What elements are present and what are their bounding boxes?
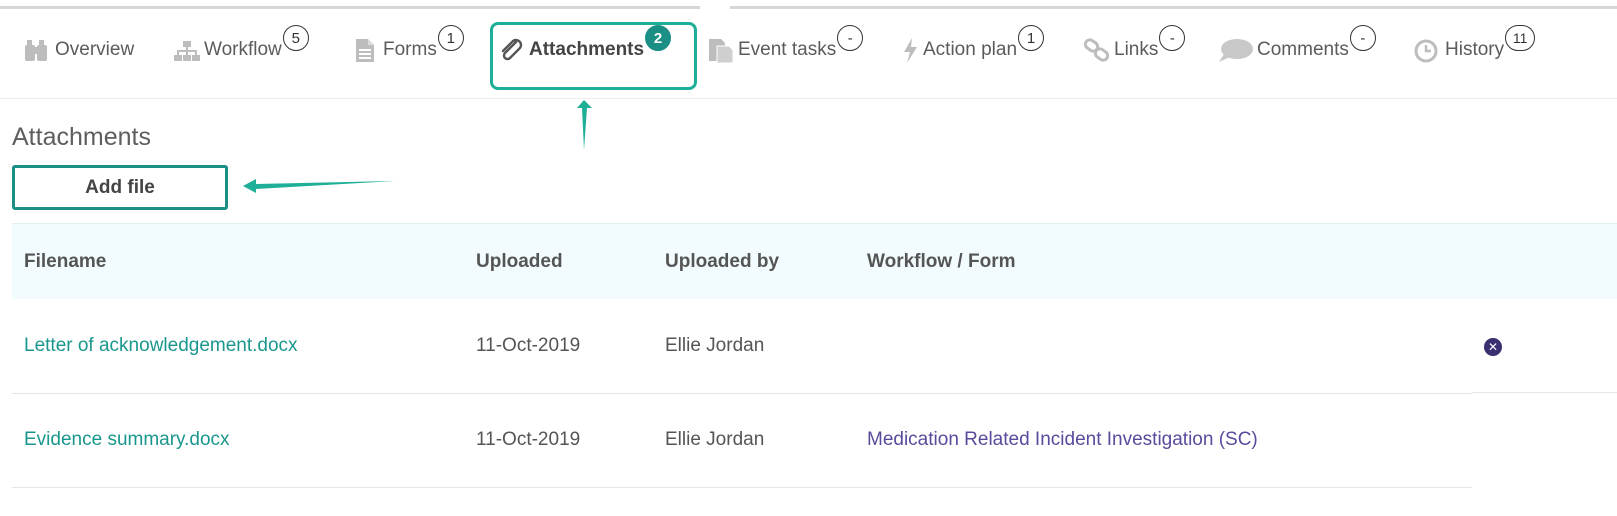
up-arrow-icon: [577, 100, 592, 150]
uploaded-date: 11-Oct-2019: [476, 335, 581, 356]
tab-links-label: Links: [1114, 39, 1159, 60]
uploaded-by: Ellie Jordan: [665, 429, 765, 450]
workflow-form-link[interactable]: Medication Related Incident Investigatio…: [867, 393, 1258, 487]
tab-links[interactable]: Links -: [1083, 25, 1186, 72]
chain-link-icon: [1083, 36, 1111, 64]
tab-attachments-label: Attachments: [529, 39, 645, 60]
delete-attachment-icon[interactable]: ✕: [1484, 338, 1502, 356]
tab-history-label: History: [1445, 39, 1505, 60]
tab-event-tasks-count: -: [837, 25, 864, 51]
tab-forms-label: Forms: [383, 39, 437, 60]
tab-overview[interactable]: Overview: [24, 28, 134, 72]
document-icon: [352, 36, 380, 64]
section-title: Attachments: [12, 123, 151, 151]
tab-action-plan[interactable]: Action plan 1: [900, 25, 1045, 72]
uploaded-by: Ellie Jordan: [665, 335, 765, 356]
tasks-icon: [707, 36, 735, 64]
row-divider: [1472, 392, 1617, 393]
column-header-workflow-form[interactable]: Workflow / Form: [867, 224, 1015, 299]
tab-comments-label: Comments: [1257, 39, 1349, 60]
column-header-uploaded[interactable]: Uploaded: [476, 224, 563, 299]
top-border: [0, 6, 1617, 9]
tab-comments-count: -: [1349, 25, 1376, 51]
tab-attachments[interactable]: Attachments 2: [498, 25, 672, 72]
tab-attachments-count: 2: [645, 25, 672, 51]
tab-workflow-count: 5: [282, 25, 309, 51]
tab-workflow[interactable]: Workflow 5: [173, 25, 309, 72]
tab-event-tasks-label: Event tasks: [738, 39, 837, 60]
binoculars-icon: [24, 36, 52, 64]
left-arrow-icon: [243, 179, 395, 193]
table-row: Letter of acknowledgement.docx 11-Oct-20…: [12, 299, 1472, 394]
column-header-uploaded-by[interactable]: Uploaded by: [665, 224, 779, 299]
filename-link[interactable]: Evidence summary.docx: [24, 393, 230, 487]
tab-bar: Overview Workflow 5 Forms 1 Attachments …: [0, 10, 1617, 99]
tab-forms[interactable]: Forms 1: [352, 25, 464, 72]
add-file-button[interactable]: Add file: [12, 165, 228, 210]
filename-link[interactable]: Letter of acknowledgement.docx: [24, 299, 298, 393]
tab-event-tasks[interactable]: Event tasks -: [707, 25, 864, 72]
top-border-gap: [700, 6, 730, 9]
tab-workflow-label: Workflow: [204, 39, 282, 60]
tab-history[interactable]: History 11: [1412, 25, 1536, 72]
uploaded-date: 11-Oct-2019: [476, 429, 581, 450]
tab-comments[interactable]: Comments -: [1218, 25, 1376, 72]
speech-bubble-icon: [1218, 36, 1254, 64]
tab-links-count: -: [1159, 25, 1186, 51]
column-header-filename[interactable]: Filename: [24, 224, 106, 299]
org-chart-icon: [173, 36, 201, 64]
table-header: Filename Uploaded Uploaded by Workflow /…: [12, 223, 1617, 299]
paperclip-icon: [498, 36, 526, 64]
tab-action-plan-count: 1: [1018, 25, 1045, 51]
tab-forms-count: 1: [437, 25, 464, 51]
table-row: Evidence summary.docx 11-Oct-2019 Ellie …: [12, 393, 1472, 488]
tab-action-plan-label: Action plan: [923, 39, 1018, 60]
tab-overview-label: Overview: [55, 39, 135, 60]
lightning-icon: [900, 36, 920, 64]
clock-icon: [1412, 36, 1442, 64]
tab-history-count: 11: [1505, 25, 1536, 51]
